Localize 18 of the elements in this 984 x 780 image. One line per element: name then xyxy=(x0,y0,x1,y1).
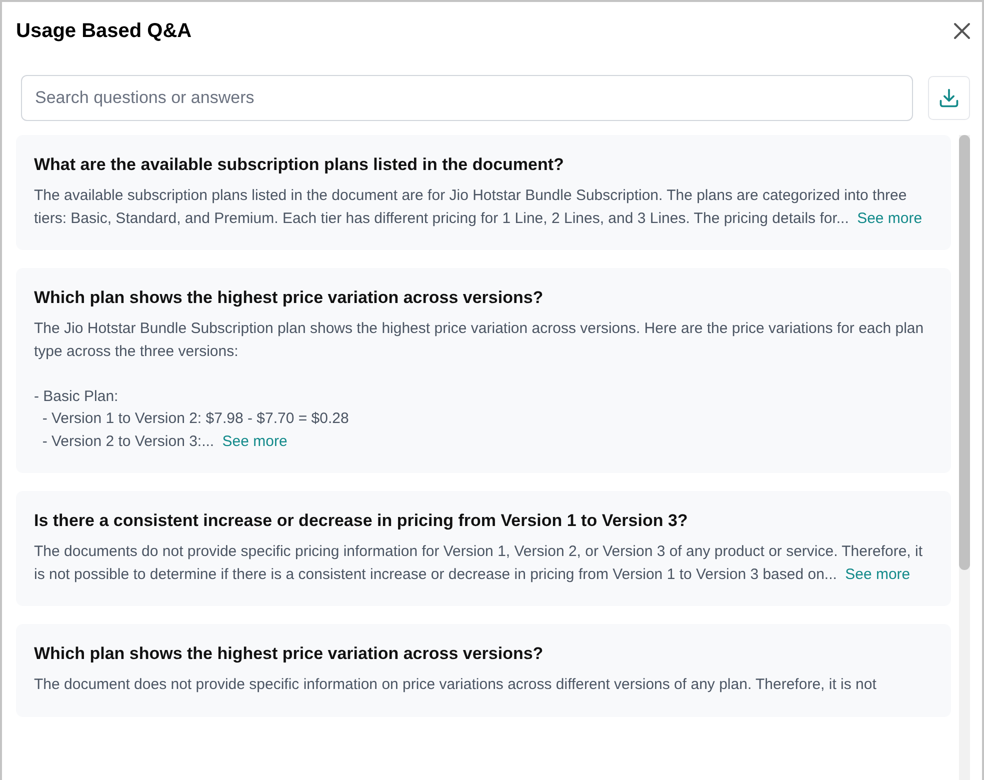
answer-text: The documents do not provide specific pricing information for Version 1, Version 2, or Version 3 of any product or service. Therefore, it is not possible to determine if there is a consistent increase or decrease in pricing from Version 1 to Version 3 based on... See more xyxy=(34,542,924,584)
download-icon xyxy=(938,87,960,109)
scrollbar-thumb[interactable] xyxy=(959,135,970,570)
see-more-link[interactable]: See more xyxy=(222,432,288,450)
dialog-title: Usage Based Q&A xyxy=(16,20,192,42)
answer-text: The document does not provide specific information on price variations across different versions of any plan. Therefore, it is not xyxy=(34,675,878,695)
close-icon[interactable] xyxy=(952,21,972,41)
question-text: Which plan shows the highest price variation across versions? xyxy=(34,288,544,308)
question-text: Is there a consistent increase or decrease in pricing from Version 1 to Version 3? xyxy=(34,511,689,531)
question-text: Which plan shows the highest price variation across versions? xyxy=(34,644,544,664)
see-more-link[interactable]: See more xyxy=(845,566,910,582)
scrollbar[interactable] xyxy=(959,135,970,780)
question-text: What are the available subscription plans listed in the document? xyxy=(34,155,565,175)
see-more-link[interactable]: See more xyxy=(857,210,922,226)
search-field[interactable]: Search questions or answers xyxy=(21,75,913,121)
answer-text: The Jio Hotstar Bundle Subscription plan shows the highest price variation across versions. Here are the price variations for each plan type across the three versions: - Basic Plan: - Version 1 to Version 2: $7.98 - $7.70 = $0.28 - Version 2 to Version 3:... See more xyxy=(34,319,925,452)
download-button[interactable] xyxy=(928,76,970,120)
answer-text: The available subscription plans listed in the document are for Jio Hotstar Bundle Subscription. The plans are categorized into three tiers: Basic, Standard, and Premium. Each tier has different pricing for 1 Line, 2 Lines, and 3 Lines. The pricing details for... See more xyxy=(34,186,924,228)
